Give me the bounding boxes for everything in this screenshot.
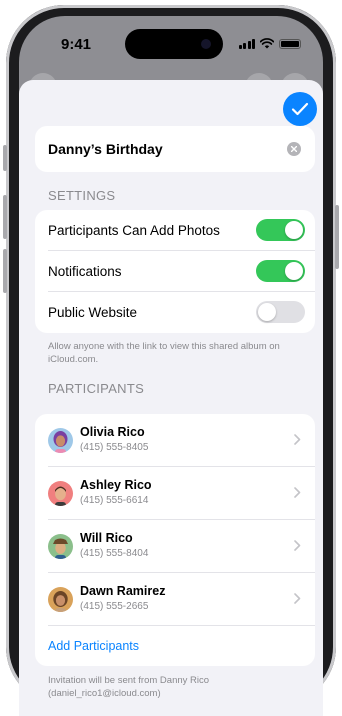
participant-phone: (415) 555-6614 [80, 495, 149, 506]
memoji-avatar [48, 481, 73, 506]
setting-label: Participants Can Add Photos [48, 223, 220, 238]
album-name-field[interactable]: Danny’s Birthday [35, 126, 315, 172]
setting-row-participants-can-add-photos: Participants Can Add Photos [35, 210, 315, 251]
cellular-signal-icon [238, 39, 255, 49]
wifi-icon [260, 38, 274, 49]
dynamic-island [125, 29, 223, 59]
status-icons [238, 38, 301, 49]
clear-icon [291, 146, 297, 152]
participants-group: Olivia Rico (415) 555-8405 Ashley Rico (… [35, 414, 315, 666]
participant-name: Will Rico [80, 531, 133, 545]
screen: 9:41 Danny’s Birthday SETTINGS Participa… [19, 16, 323, 716]
notifications-toggle[interactable] [256, 260, 305, 282]
participant-phone: (415) 555-8405 [80, 442, 149, 453]
memoji-avatar [48, 587, 73, 612]
chevron-right-icon [294, 540, 301, 551]
settings-group: Participants Can Add Photos Notification… [35, 210, 315, 333]
participant-phone: (415) 555-2665 [80, 601, 149, 612]
camera-icon [201, 39, 211, 49]
participants-can-add-photos-toggle[interactable] [256, 219, 305, 241]
action-button [3, 145, 7, 171]
memoji-avatar [48, 534, 73, 559]
participant-name: Dawn Ramirez [80, 584, 166, 598]
album-name-input[interactable]: Danny’s Birthday [48, 141, 163, 157]
participants-header: PARTICIPANTS [48, 381, 145, 396]
chevron-right-icon [294, 593, 301, 604]
public-website-note: Allow anyone with the link to view this … [48, 341, 280, 365]
setting-label: Notifications [48, 264, 122, 279]
participant-row[interactable]: Olivia Rico (415) 555-8405 [35, 414, 315, 467]
settings-header: SETTINGS [48, 188, 116, 203]
setting-label: Public Website [48, 305, 138, 320]
checkmark-icon [291, 102, 309, 116]
participant-row[interactable]: Dawn Ramirez (415) 555-2665 [35, 573, 315, 626]
chevron-right-icon [294, 487, 301, 498]
add-participants-button[interactable]: Add Participants [48, 639, 139, 653]
public-website-toggle[interactable] [256, 301, 305, 323]
new-shared-album-sheet: Danny’s Birthday SETTINGS Participants C… [19, 80, 323, 716]
participant-name: Olivia Rico [80, 425, 145, 439]
battery-icon [279, 39, 301, 49]
status-time: 9:41 [61, 36, 92, 53]
participant-name: Ashley Rico [80, 478, 152, 492]
phone-frame: 9:41 Danny’s Birthday SETTINGS Participa… [3, 5, 339, 716]
invitation-note: Invitation will be sent from Danny Rico … [48, 675, 210, 699]
status-bar: 9:41 [19, 16, 323, 68]
chevron-right-icon [294, 434, 301, 445]
participant-row[interactable]: Will Rico (415) 555-8404 [35, 520, 315, 573]
participant-phone: (415) 555-8404 [80, 548, 149, 559]
memoji-avatar [48, 428, 73, 453]
side-button [335, 205, 339, 269]
volume-up-button [3, 195, 7, 239]
done-button[interactable] [283, 92, 317, 126]
setting-row-notifications: Notifications [35, 251, 315, 292]
clear-text-button[interactable] [287, 142, 301, 156]
volume-down-button [3, 249, 7, 293]
participant-row[interactable]: Ashley Rico (415) 555-6614 [35, 467, 315, 520]
setting-row-public-website: Public Website [35, 292, 315, 333]
